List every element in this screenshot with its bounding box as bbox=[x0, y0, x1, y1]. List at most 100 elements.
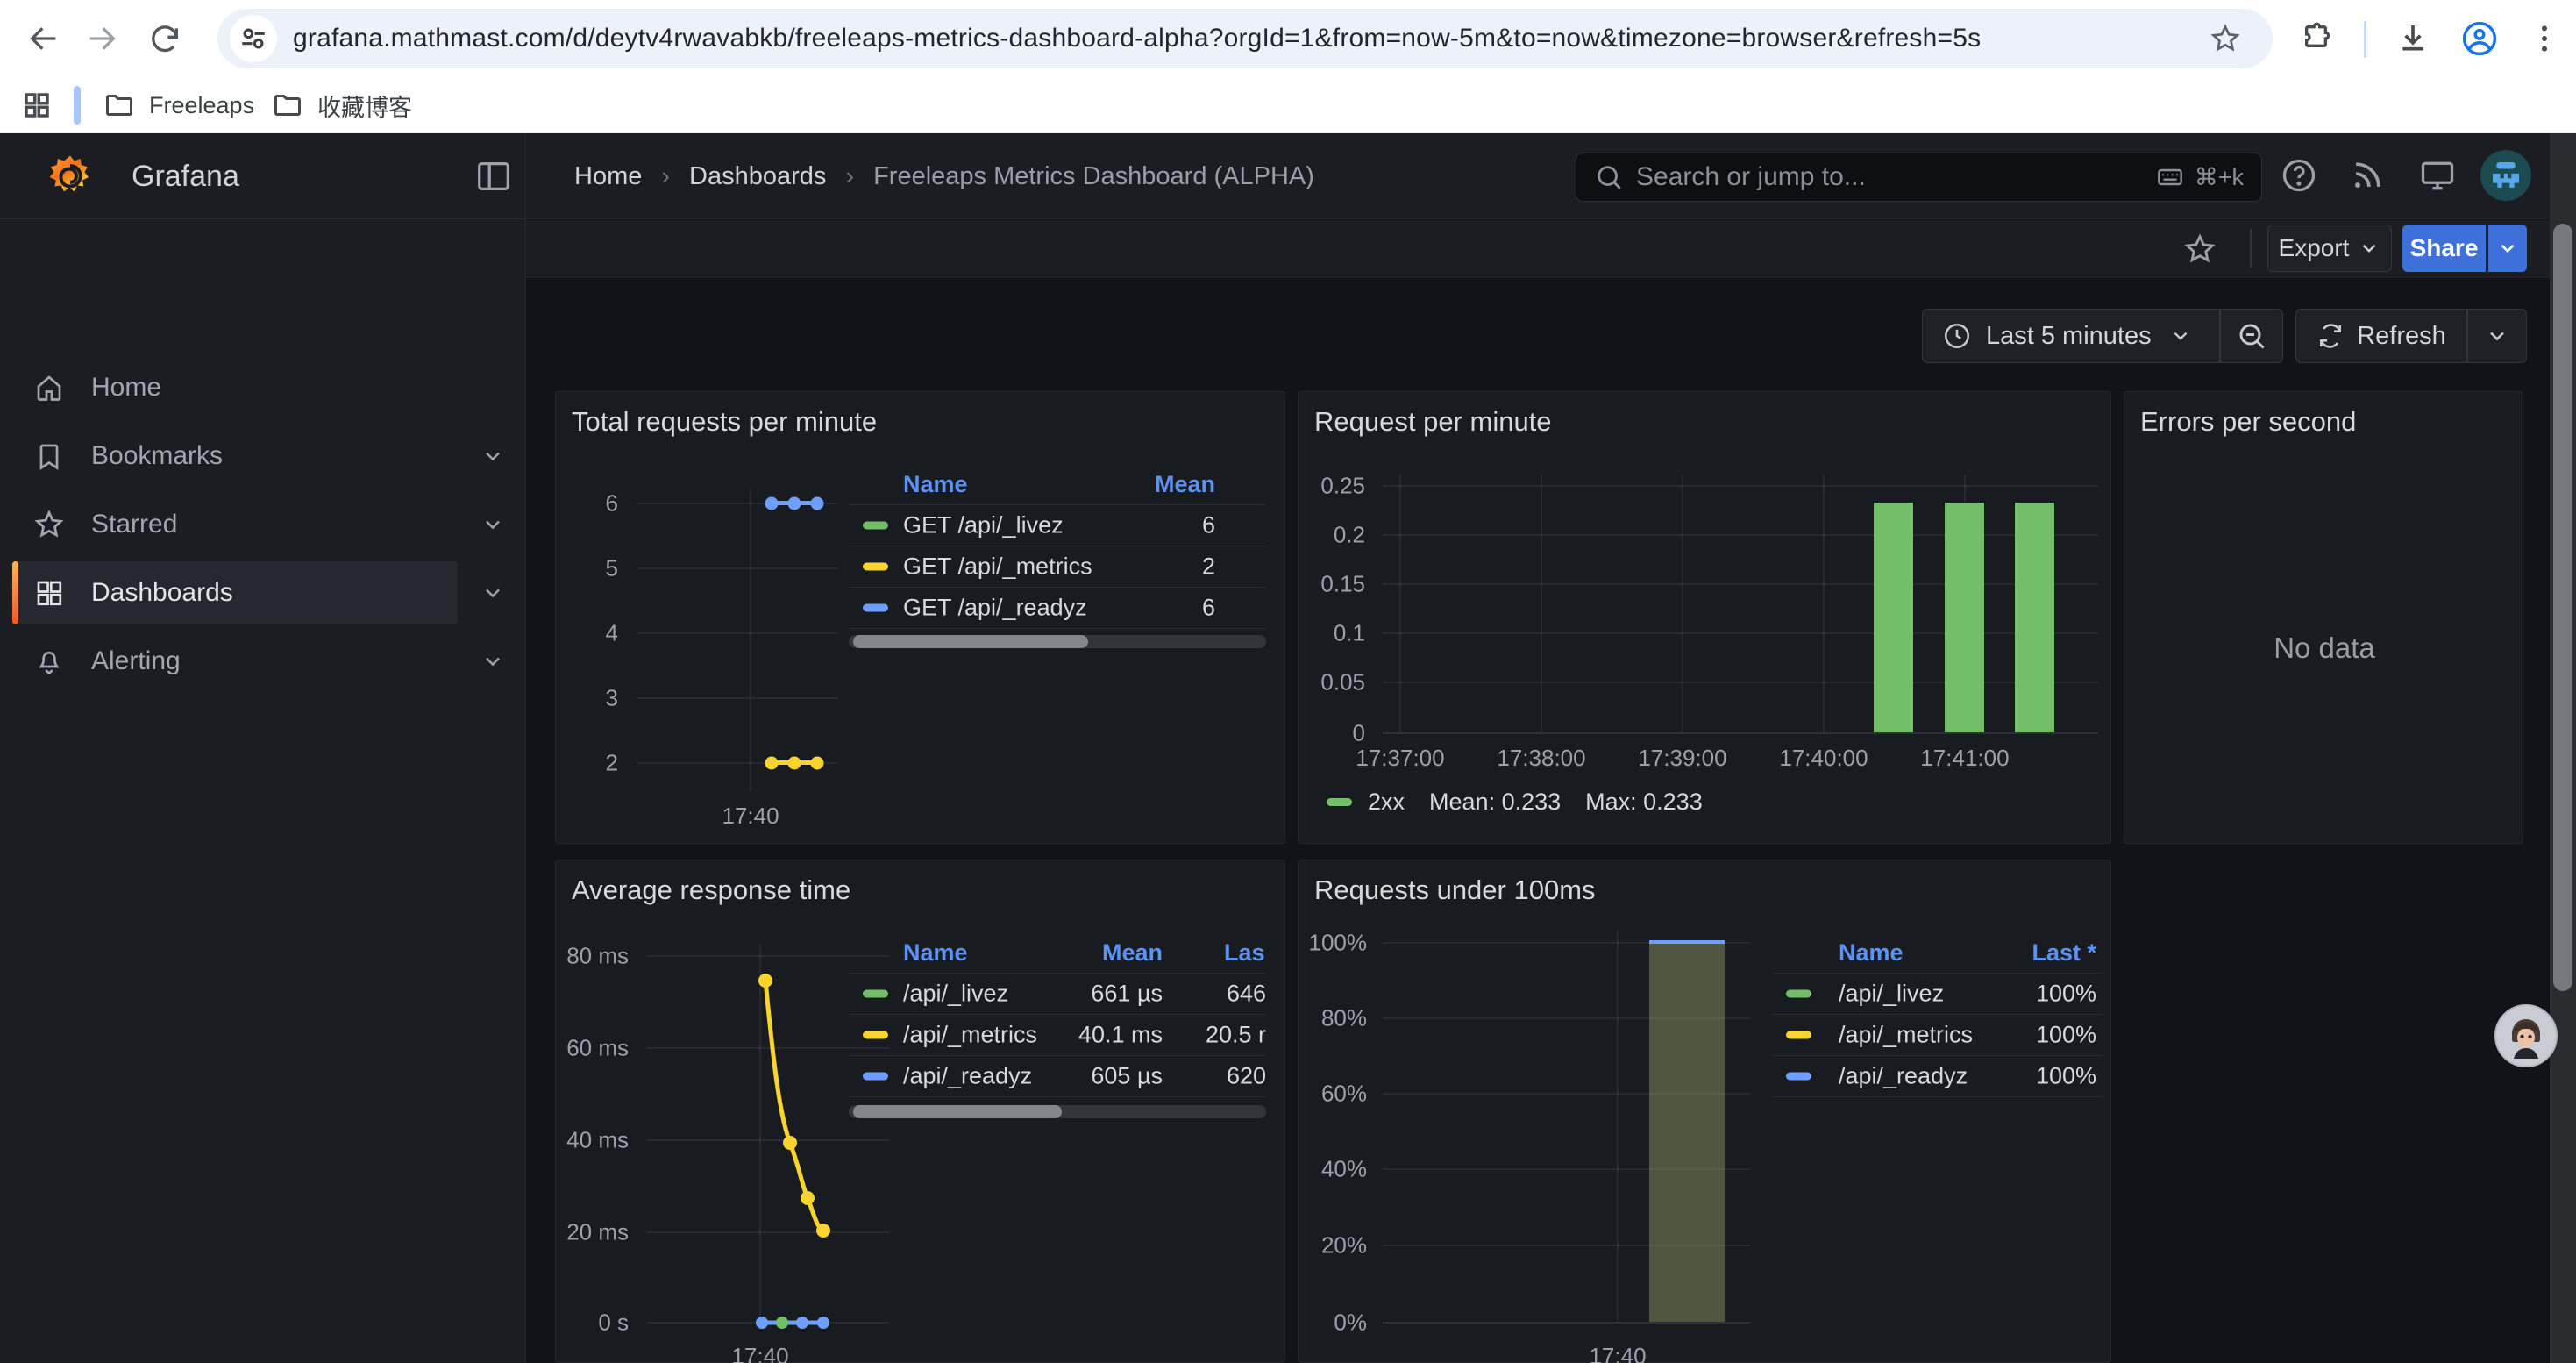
legend-name[interactable]: /api/_readyz bbox=[1839, 1063, 1968, 1090]
y-tick: 5 bbox=[606, 555, 618, 582]
y-tick: 100% bbox=[1309, 930, 1368, 957]
time-range-picker[interactable]: Last 5 minutes bbox=[1922, 309, 2220, 363]
download-icon[interactable] bbox=[2395, 21, 2430, 56]
legend-col-name[interactable]: Name bbox=[903, 939, 968, 967]
sidebar-item-label: Dashboards bbox=[91, 578, 233, 608]
back-icon[interactable] bbox=[26, 21, 61, 56]
chevron-down-icon[interactable] bbox=[480, 581, 505, 605]
legend-swatch-yellow[interactable] bbox=[1786, 1031, 1811, 1039]
extensions-icon[interactable] bbox=[2301, 21, 2336, 56]
legend-swatch-blue[interactable] bbox=[863, 604, 888, 612]
legend-swatch-blue[interactable] bbox=[863, 1073, 888, 1081]
bookmark-folder-freeleaps[interactable]: Freeleaps bbox=[103, 84, 254, 126]
zoom-out-button[interactable] bbox=[2220, 309, 2283, 363]
panel-title[interactable]: Total requests per minute bbox=[572, 406, 877, 438]
chevron-down-icon[interactable] bbox=[480, 649, 505, 674]
legend-series[interactable]: 2xx bbox=[1368, 789, 1405, 816]
legend-swatch-yellow[interactable] bbox=[863, 1031, 888, 1039]
y-tick: 60% bbox=[1321, 1081, 1367, 1108]
legend-scrollbar[interactable] bbox=[849, 1105, 1266, 1118]
home-icon bbox=[33, 372, 65, 403]
favorite-star-icon[interactable] bbox=[2183, 232, 2217, 266]
panel-requests-under-100ms[interactable]: Requests under 100ms 100% 80% 60% 40% 20… bbox=[1298, 860, 2111, 1363]
share-button[interactable]: Share bbox=[2402, 225, 2486, 272]
breadcrumb-dashboards[interactable]: Dashboards bbox=[689, 162, 826, 191]
tab-group-indicator[interactable] bbox=[74, 86, 81, 125]
sidebar-item-alerting[interactable]: Alerting bbox=[0, 627, 526, 696]
legend-swatch-green[interactable] bbox=[863, 990, 888, 998]
gridline bbox=[637, 632, 838, 634]
bookmark-star-icon[interactable] bbox=[2210, 23, 2241, 54]
legend-name[interactable]: /api/_metrics bbox=[903, 1022, 1037, 1049]
legend-col-mean[interactable]: Mean bbox=[1082, 471, 1215, 498]
legend-last-value: 20.5 r bbox=[1180, 1022, 1266, 1049]
panel-avg-response-time[interactable]: Average response time 80 ms 60 ms 40 ms … bbox=[555, 860, 1285, 1363]
apps-grid-icon[interactable] bbox=[21, 89, 53, 121]
brand-title[interactable]: Grafana bbox=[132, 133, 239, 219]
legend-name[interactable]: /api/_livez bbox=[1839, 981, 1944, 1008]
sidebar-item-label: Alerting bbox=[91, 646, 181, 676]
legend-swatch-blue[interactable] bbox=[1786, 1073, 1811, 1081]
legend-name[interactable]: /api/_metrics bbox=[1839, 1022, 1973, 1049]
legend-name[interactable]: GET /api/_readyz bbox=[903, 595, 1087, 622]
bookmark-icon bbox=[33, 440, 65, 472]
sidebar-item-home[interactable]: Home bbox=[0, 353, 526, 422]
refresh-icon bbox=[2316, 322, 2345, 350]
legend-swatch-green[interactable] bbox=[863, 522, 888, 530]
legend-col-mean[interactable]: Mean bbox=[1047, 939, 1163, 967]
legend-col-name[interactable]: Name bbox=[1839, 939, 1904, 967]
legend-name[interactable]: GET /api/_metrics bbox=[903, 553, 1092, 581]
display-icon[interactable] bbox=[2418, 156, 2457, 195]
legend-col-name[interactable]: Name bbox=[903, 471, 968, 498]
panel-title[interactable]: Request per minute bbox=[1314, 406, 1552, 438]
breadcrumb-home[interactable]: Home bbox=[574, 162, 642, 191]
help-icon[interactable] bbox=[2280, 156, 2318, 195]
panel-total-requests[interactable]: Total requests per minute 6 5 4 3 2 17:4… bbox=[555, 391, 1285, 844]
reload-icon[interactable] bbox=[147, 21, 182, 56]
time-range-label: Last 5 minutes bbox=[1986, 322, 2152, 351]
chevron-down-icon[interactable] bbox=[480, 512, 505, 537]
panel-title[interactable]: Errors per second bbox=[2140, 406, 2356, 438]
panel-errors-per-second[interactable]: Errors per second No data bbox=[2124, 391, 2523, 844]
url-text[interactable]: grafana.mathmast.com/d/deytv4rwavabkb/fr… bbox=[293, 9, 1981, 68]
export-button[interactable]: Export bbox=[2267, 225, 2392, 272]
page-scrollbar-thumb[interactable] bbox=[2553, 224, 2572, 991]
floating-assistant-avatar[interactable] bbox=[2494, 1004, 2558, 1067]
grafana-logo-icon[interactable] bbox=[46, 153, 95, 202]
panel-request-per-minute[interactable]: Request per minute 0.25 0.2 0.15 0.1 0.0… bbox=[1298, 391, 2111, 844]
search-input[interactable]: Search or jump to... ⌘+k bbox=[1576, 153, 2262, 202]
bookmark-folder-blogs[interactable]: 收藏博客 bbox=[272, 84, 412, 126]
refresh-button[interactable]: Refresh bbox=[2295, 309, 2467, 363]
data-point bbox=[765, 497, 779, 510]
legend-scrollbar-thumb[interactable] bbox=[853, 1105, 1062, 1118]
panel-title[interactable]: Requests under 100ms bbox=[1314, 874, 1596, 906]
site-settings-icon[interactable] bbox=[230, 15, 277, 62]
legend-name[interactable]: /api/_readyz bbox=[903, 1063, 1032, 1090]
chevron-down-icon[interactable] bbox=[480, 444, 505, 468]
share-menu-button[interactable] bbox=[2488, 225, 2527, 272]
legend-swatch-green[interactable] bbox=[1327, 798, 1352, 806]
menu-dots-icon[interactable] bbox=[2527, 21, 2562, 56]
legend-col-last[interactable]: Las bbox=[1224, 939, 1265, 967]
sidebar-item-starred[interactable]: Starred bbox=[0, 490, 526, 559]
x-tick: 17:40 bbox=[1589, 1343, 1646, 1363]
news-rss-icon[interactable] bbox=[2348, 156, 2387, 195]
legend-mean-value: 661 µs bbox=[1047, 981, 1163, 1008]
url-bar[interactable]: grafana.mathmast.com/d/deytv4rwavabkb/fr… bbox=[217, 9, 2273, 68]
profile-icon[interactable] bbox=[2460, 19, 2495, 54]
sidebar-item-dashboards[interactable]: Dashboards bbox=[0, 559, 526, 627]
legend-mean-value: 605 µs bbox=[1047, 1063, 1163, 1090]
legend-scrollbar-thumb[interactable] bbox=[853, 635, 1088, 648]
legend-name[interactable]: /api/_livez bbox=[903, 981, 1008, 1008]
sidebar-collapse-icon[interactable] bbox=[473, 156, 514, 196]
legend-scrollbar[interactable] bbox=[849, 635, 1266, 648]
refresh-interval-button[interactable] bbox=[2467, 309, 2527, 363]
legend-name[interactable]: GET /api/_livez bbox=[903, 512, 1064, 539]
legend-col-last[interactable]: Last * bbox=[1963, 939, 2096, 967]
legend-swatch-yellow[interactable] bbox=[863, 563, 888, 571]
legend-swatch-green[interactable] bbox=[1786, 990, 1811, 998]
forward-icon[interactable] bbox=[84, 21, 119, 56]
sidebar-item-bookmarks[interactable]: Bookmarks bbox=[0, 422, 526, 490]
gridline bbox=[750, 489, 751, 791]
user-avatar[interactable] bbox=[2480, 149, 2532, 202]
